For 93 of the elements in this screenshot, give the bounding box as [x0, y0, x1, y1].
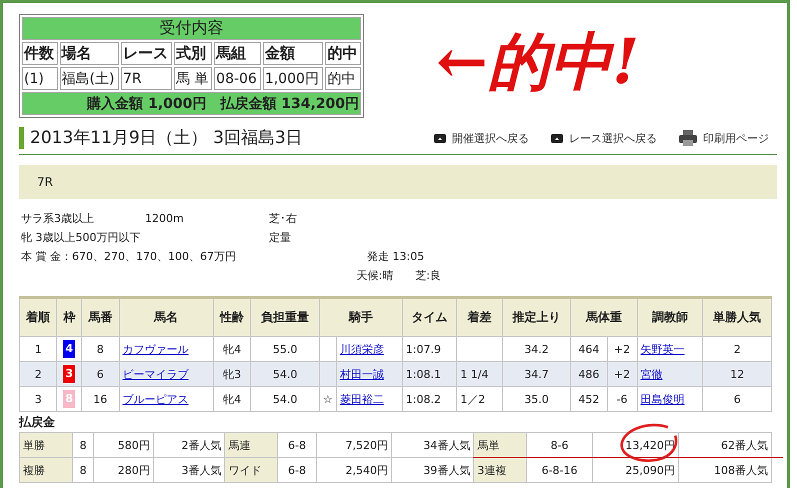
payout-amount: 2,540円 — [345, 464, 388, 476]
bet-type: 馬単 — [474, 432, 527, 458]
printer-icon — [679, 130, 697, 146]
table-cell: 16 — [82, 386, 120, 412]
payout-amount: 25,090円 — [625, 464, 675, 476]
ticket-cell: 08-06 — [214, 67, 261, 90]
ticket-header: 件数 — [22, 42, 58, 65]
nav-link[interactable]: 印刷用ページ — [679, 130, 769, 146]
table-cell: 34.7 — [502, 362, 571, 386]
weight-rule: 定量 — [269, 230, 291, 246]
ticket-cell: 的中 — [325, 67, 361, 90]
table-cell: 34番人気 — [391, 432, 474, 458]
bet-type: 複勝 — [20, 458, 72, 482]
table-cell: -6 — [607, 386, 637, 412]
table-cell: 牝3 — [213, 362, 251, 386]
table-cell: 35.0 — [502, 386, 571, 412]
margin-text: 1 1/4 — [460, 368, 489, 380]
column-header: 枠 — [56, 298, 82, 336]
race-surface: 芝･右 — [269, 211, 297, 227]
hit-text: ←的中! — [436, 24, 640, 100]
payout-title: 払戻金 — [19, 415, 56, 430]
ticket-title: 受付内容 — [22, 17, 361, 40]
column-header: 騎手 — [319, 298, 402, 336]
frame-badge: 3 — [63, 365, 76, 383]
ticket-header: 馬組 — [214, 42, 261, 65]
table-cell: 6-8 — [278, 432, 316, 458]
star-mark: ☆ — [322, 392, 333, 406]
table-cell: 牝4 — [213, 386, 251, 412]
back-icon — [551, 134, 563, 142]
table-cell: 8 — [72, 432, 94, 458]
column-header: 馬番 — [82, 298, 120, 336]
payout-amount: 580円 — [118, 438, 150, 452]
race-class: サラ系3歳以上 — [21, 211, 95, 227]
payout-amount: 7,520円 — [345, 438, 388, 452]
ticket-summary: 購入金額 1,000円 払戻金額 134,200円 — [22, 92, 361, 115]
table-cell: 6-8-16 — [526, 458, 592, 482]
table-cell: 452 — [570, 386, 607, 412]
column-header: 馬名 — [119, 298, 214, 336]
bet-type: 馬連 — [224, 432, 278, 458]
table-cell: 62番人気 — [678, 432, 772, 458]
ticket-cell: 7R — [120, 67, 172, 90]
bet-type: ワイド — [224, 458, 278, 482]
race-number: 7R — [37, 175, 53, 189]
frame-badge: 4 — [63, 340, 76, 358]
bet-type: 3連複 — [474, 458, 527, 482]
ticket-cell: 福島(土) — [60, 67, 119, 90]
race-title: 2013年11月9日（土） 3回福島3日 — [19, 127, 303, 149]
table-cell: 3 — [20, 386, 57, 412]
ticket-header: レース — [120, 42, 172, 65]
column-header: 推定上り — [502, 298, 571, 336]
table-cell: 108番人気 — [678, 458, 772, 482]
table-cell: 2番人気 — [153, 432, 225, 458]
weather: 天候:晴 — [356, 268, 394, 284]
race-condition: 牝 3歳以上500万円以下 — [21, 230, 142, 246]
prize-money: 本 賞 金：670、270、170、100、67万円 — [21, 249, 237, 265]
ticket-cell: 馬 単 — [174, 67, 212, 90]
nav-link[interactable]: 開催選択へ戻る — [434, 130, 529, 146]
track-going: 芝:良 — [415, 268, 441, 284]
column-header: 着差 — [456, 298, 502, 336]
ticket-header: 場名 — [60, 42, 119, 65]
table-cell: 1:08.2 — [402, 386, 457, 412]
margin-text: 1／2 — [460, 392, 486, 406]
race-distance: 1200m — [145, 211, 185, 227]
nav-link[interactable]: レース選択へ戻る — [551, 130, 657, 146]
table-cell: 1:08.1 — [402, 362, 457, 386]
table-cell: 54.0 — [250, 362, 320, 386]
table-cell: 12 — [702, 362, 772, 386]
table-cell: 6-8 — [278, 458, 316, 482]
column-header: 負担重量 — [250, 298, 320, 336]
table-cell: +2 — [607, 362, 637, 386]
back-icon — [434, 134, 446, 142]
table-cell: 6 — [82, 362, 120, 386]
trainer-link[interactable]: 宮徹 — [640, 368, 662, 380]
column-header: 馬体重 — [570, 298, 637, 336]
table-cell: 54.0 — [250, 386, 320, 412]
payout-amount: 280円 — [118, 464, 150, 476]
ticket-header: 的中 — [325, 42, 361, 65]
start-time: 発走 13:05 — [367, 249, 424, 265]
ticket-cell: (1) — [22, 67, 58, 90]
table-cell: 8 — [72, 458, 94, 482]
table-cell: 2 — [20, 362, 57, 386]
table-cell: 6 — [702, 386, 772, 412]
frame-badge: 8 — [63, 390, 76, 408]
ticket-header: 式別 — [174, 42, 212, 65]
column-header: 性齢 — [213, 298, 251, 336]
ticket-cell: 1,000円 — [262, 67, 324, 90]
bet-type: 単勝 — [20, 432, 72, 458]
table-cell: 486 — [570, 362, 607, 386]
ticket-header: 金額 — [262, 42, 324, 65]
column-header: 着順 — [20, 298, 57, 336]
column-header: 単勝人気 — [702, 298, 772, 336]
column-header: タイム — [402, 298, 457, 336]
column-header: 調教師 — [637, 298, 703, 336]
